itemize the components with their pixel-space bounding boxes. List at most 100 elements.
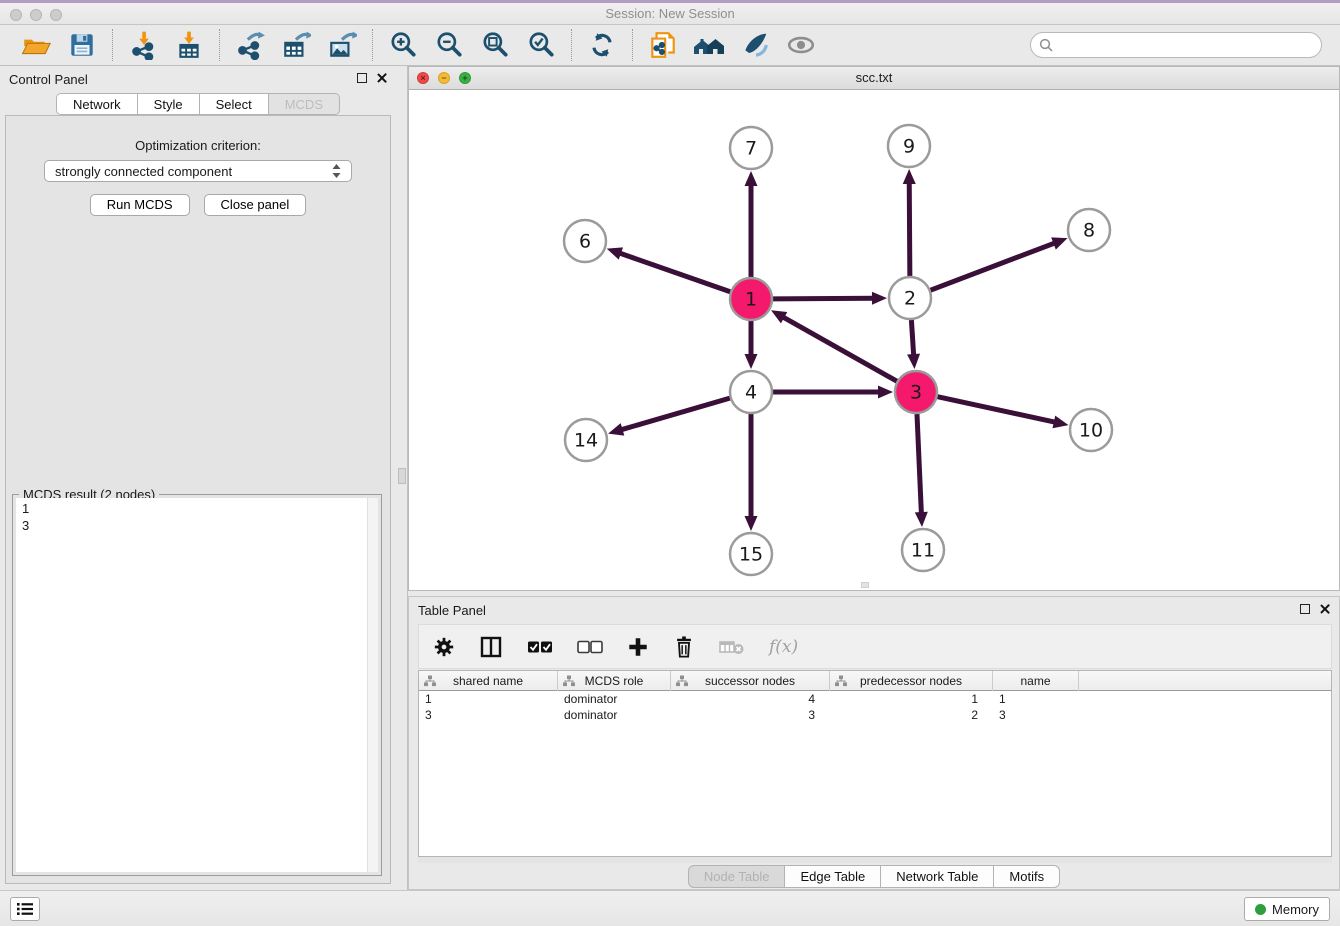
tab-mcds[interactable]: MCDS <box>269 93 340 115</box>
search-input[interactable] <box>1054 38 1313 53</box>
search-box[interactable] <box>1030 32 1322 58</box>
float-panel-icon[interactable] <box>357 73 367 83</box>
memory-status-icon <box>1255 904 1266 915</box>
network-minimize-button[interactable]: − <box>438 72 450 84</box>
zoom-fit-button[interactable] <box>477 28 513 62</box>
select-arrows-icon <box>332 164 341 178</box>
column-header-name[interactable]: name <box>993 671 1079 691</box>
select-all-columns-button[interactable] <box>527 640 553 654</box>
memory-button[interactable]: Memory <box>1244 897 1330 921</box>
column-header-predecessor-nodes[interactable]: predecessor nodes <box>830 671 993 691</box>
column-header-shared-name[interactable]: shared name <box>419 671 558 691</box>
status-bar: Memory <box>0 890 1340 926</box>
tab-network[interactable]: Network <box>56 93 138 115</box>
show-panels-button[interactable] <box>10 897 40 921</box>
graph-edge-1-2[interactable] <box>773 298 874 299</box>
tab-select[interactable]: Select <box>200 93 269 115</box>
graph-edge-2-3[interactable] <box>911 320 913 356</box>
close-panel-icon[interactable] <box>376 72 388 84</box>
show-column-panel-button[interactable] <box>479 635 503 659</box>
graph-edge-1-6[interactable] <box>619 253 730 292</box>
panel-splitter-vertical[interactable] <box>396 66 408 890</box>
mcds-result-area[interactable]: 1 3 <box>16 498 378 872</box>
float-table-panel-icon[interactable] <box>1300 604 1310 614</box>
table-cell[interactable]: 3 <box>993 707 1079 723</box>
table-cell[interactable]: 3 <box>419 707 558 723</box>
canvas-grip[interactable] <box>861 582 869 588</box>
graph-edge-3-1[interactable] <box>782 317 896 382</box>
tab-network-table[interactable]: Network Table <box>881 865 994 888</box>
graph-edge-2-8[interactable] <box>931 243 1056 290</box>
save-session-button[interactable] <box>64 28 100 62</box>
zoom-selected-button[interactable] <box>523 28 559 62</box>
toolbar-separator <box>372 29 373 61</box>
control-panel: Control Panel NetworkStyleSelectMCDS Opt… <box>0 66 396 890</box>
tab-style[interactable]: Style <box>138 93 200 115</box>
minimize-window-button[interactable] <box>30 9 42 21</box>
table-cell[interactable]: dominator <box>558 691 671 707</box>
table-row-1[interactable]: 1dominator411 <box>419 691 1331 707</box>
table-cell[interactable]: 1 <box>830 691 993 707</box>
memory-label: Memory <box>1272 902 1319 917</box>
graph-edge-3-10[interactable] <box>937 397 1055 423</box>
duplicate-network-icon <box>648 30 678 60</box>
tab-edge-table[interactable]: Edge Table <box>785 865 881 888</box>
neighborhood-button[interactable] <box>691 28 727 62</box>
column-header-filler <box>1079 671 1331 691</box>
table-cell[interactable]: 4 <box>671 691 830 707</box>
zoom-out-button[interactable] <box>431 28 467 62</box>
network-window-titlebar[interactable]: × − + scc.txt <box>409 67 1339 90</box>
table-cell[interactable]: 1 <box>419 691 558 707</box>
graph-edge-arrow-3-11 <box>915 512 928 527</box>
network-close-button[interactable]: × <box>417 72 429 84</box>
close-table-panel-icon[interactable] <box>1319 603 1331 615</box>
close-window-button[interactable] <box>10 9 22 21</box>
tab-node-table[interactable]: Node Table <box>688 865 786 888</box>
graph-edge-3-11[interactable] <box>917 414 921 514</box>
zoom-window-button[interactable] <box>50 9 62 21</box>
import-network-button[interactable] <box>125 28 161 62</box>
column-header-label: predecessor nodes <box>860 674 962 688</box>
column-header-label: MCDS role <box>585 674 644 688</box>
open-file-button[interactable] <box>18 28 54 62</box>
delete-column-button[interactable] <box>673 635 695 659</box>
graph-edge-arrow-1-7 <box>745 171 758 186</box>
close-panel-button[interactable]: Close panel <box>204 194 307 216</box>
graph-edge-arrow-2-8 <box>1051 237 1067 249</box>
show-hide-button[interactable] <box>783 28 819 62</box>
run-mcds-button[interactable]: Run MCDS <box>90 194 190 216</box>
table-settings-button[interactable] <box>433 636 455 658</box>
optimization-criterion-select[interactable]: strongly connected component <box>44 160 352 182</box>
graph-node-label-3: 3 <box>910 382 922 404</box>
network-maximize-button[interactable]: + <box>459 72 471 84</box>
deselect-all-columns-button[interactable] <box>577 640 603 654</box>
export-table-button[interactable] <box>278 28 314 62</box>
network-canvas[interactable]: 7968124314101511 <box>409 90 1339 590</box>
graph-edge-4-14[interactable] <box>621 398 730 430</box>
vizmapper-button[interactable] <box>737 28 773 62</box>
import-table-button[interactable] <box>171 28 207 62</box>
graph-edge-2-9[interactable] <box>909 182 910 276</box>
new-network-from-selection-button[interactable] <box>645 28 681 62</box>
table-cell[interactable]: dominator <box>558 707 671 723</box>
splitter-grip[interactable] <box>398 468 406 484</box>
table-cell[interactable]: 3 <box>671 707 830 723</box>
tab-motifs[interactable]: Motifs <box>994 865 1060 888</box>
column-header-successor-nodes[interactable]: successor nodes <box>671 671 830 691</box>
table-cell[interactable]: 2 <box>830 707 993 723</box>
zoom-in-button[interactable] <box>385 28 421 62</box>
create-column-button[interactable] <box>627 636 649 658</box>
houses-icon <box>692 30 726 60</box>
table-cell[interactable]: 1 <box>993 691 1079 707</box>
export-network-button[interactable] <box>232 28 268 62</box>
table-row-2[interactable]: 3dominator323 <box>419 707 1331 723</box>
refresh-button[interactable] <box>584 28 620 62</box>
network-graph[interactable]: 7968124314101511 <box>409 90 1339 590</box>
mcds-result-fieldset: MCDS result (2 nodes) 1 3 <box>12 494 382 876</box>
result-scrollbar[interactable] <box>367 498 378 872</box>
column-header-MCDS-role[interactable]: MCDS role <box>558 671 671 691</box>
zoom-out-icon <box>434 30 464 60</box>
export-image-button[interactable] <box>324 28 360 62</box>
main-toolbar <box>0 25 1340 66</box>
table-cell-filler <box>1079 691 1331 707</box>
